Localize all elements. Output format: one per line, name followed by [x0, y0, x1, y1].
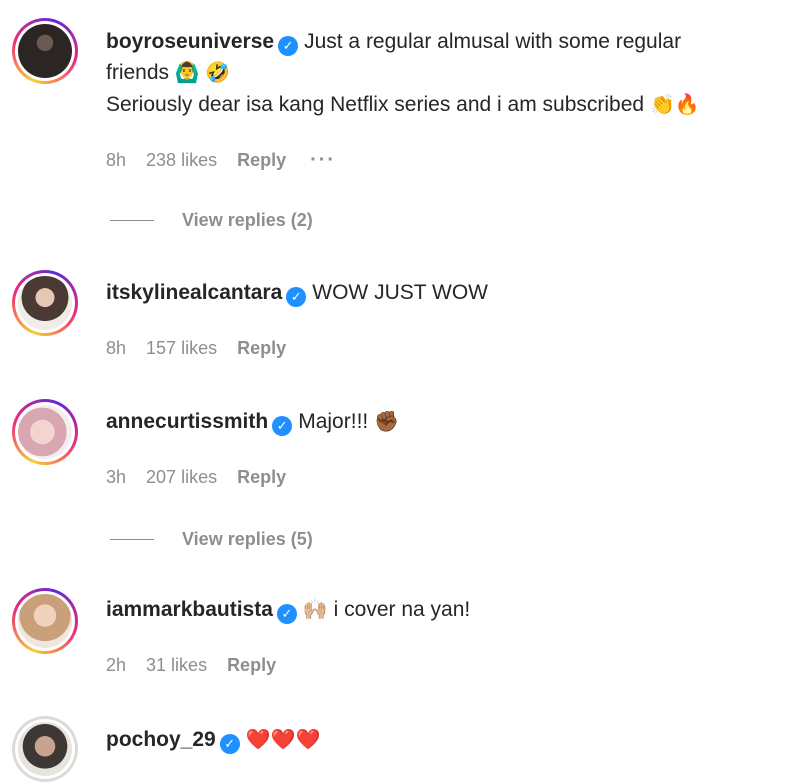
- avatar[interactable]: [12, 716, 78, 782]
- comment-username[interactable]: iammarkbautista: [106, 598, 273, 621]
- verified-badge-icon: ✓: [276, 604, 297, 624]
- reply-button[interactable]: Reply: [237, 338, 286, 359]
- avatar-image: [18, 594, 72, 648]
- avatar-image: [18, 722, 72, 776]
- reply-button[interactable]: Reply: [227, 655, 276, 676]
- comment-body: boyroseuniverse ✓ Just a regular almusal w…: [106, 26, 786, 121]
- view-replies-button[interactable]: View replies (5): [110, 529, 313, 550]
- comment-time: 8h: [106, 150, 127, 170]
- comment-meta: 2h 31 likes Reply: [106, 655, 276, 676]
- verified-badge-icon: ✓: [272, 416, 293, 436]
- comment-time: 8h: [106, 338, 127, 358]
- verified-badge-icon: ✓: [219, 734, 240, 754]
- comment-body: annecurtissmith ✓ Major!!! ✊🏾: [106, 406, 786, 438]
- comment-body: pochoy_29 ✓ ❤️❤️❤️: [106, 724, 786, 756]
- comment-likes[interactable]: 31 likes: [146, 655, 207, 676]
- comment-text: Just a regular almusal with some regular: [304, 30, 682, 53]
- emoji: 🙆‍♂️ 🤣: [174, 62, 231, 84]
- view-replies-label: View replies (2): [182, 210, 313, 230]
- comment-text: Seriously dear isa kang Netflix series a…: [106, 93, 645, 116]
- avatar[interactable]: [12, 399, 78, 465]
- comment-text: WOW JUST WOW: [312, 281, 489, 304]
- divider-line: [110, 220, 154, 221]
- emoji: ❤️❤️❤️: [245, 729, 321, 751]
- view-replies-label: View replies (5): [182, 529, 313, 549]
- emoji: 🙌🏼: [302, 599, 328, 621]
- comment-text: friends: [106, 61, 170, 84]
- comment-username[interactable]: itskylinealcantara: [106, 281, 282, 304]
- comment-time: 2h: [106, 655, 127, 675]
- comment-username[interactable]: annecurtissmith: [106, 410, 268, 433]
- comment-likes[interactable]: 238 likes: [146, 150, 217, 171]
- divider-line: [110, 539, 154, 540]
- verified-badge-icon: ✓: [286, 287, 307, 307]
- avatar-image: [18, 24, 72, 78]
- comment-likes[interactable]: 157 likes: [146, 338, 217, 359]
- comment-username[interactable]: boyroseuniverse: [106, 30, 274, 53]
- emoji: 👏🔥: [649, 94, 700, 116]
- avatar-image: [18, 405, 72, 459]
- comment-meta: 3h 207 likes Reply: [106, 467, 286, 488]
- comment-text: i cover na yan!: [333, 598, 471, 621]
- verified-badge-icon: ✓: [278, 36, 299, 56]
- comment-body: iammarkbautista ✓ 🙌🏼 i cover na yan!: [106, 594, 786, 626]
- reply-button[interactable]: Reply: [237, 467, 286, 488]
- comment-likes[interactable]: 207 likes: [146, 467, 217, 488]
- comment-username[interactable]: pochoy_29: [106, 728, 216, 751]
- avatar[interactable]: [12, 18, 78, 84]
- avatar[interactable]: [12, 270, 78, 336]
- comment-time: 3h: [106, 467, 127, 487]
- comment-text: Major!!!: [298, 410, 369, 433]
- reply-button[interactable]: Reply: [237, 150, 286, 171]
- avatar[interactable]: [12, 588, 78, 654]
- comment-meta: 8h 157 likes Reply: [106, 338, 286, 359]
- comment-body: itskylinealcantara ✓ WOW JUST WOW: [106, 277, 786, 308]
- comment-meta: 8h 238 likes Reply ···: [106, 149, 336, 172]
- emoji: ✊🏾: [374, 411, 399, 433]
- more-options-icon[interactable]: ···: [310, 149, 336, 172]
- view-replies-button[interactable]: View replies (2): [110, 210, 313, 231]
- avatar-image: [18, 276, 72, 330]
